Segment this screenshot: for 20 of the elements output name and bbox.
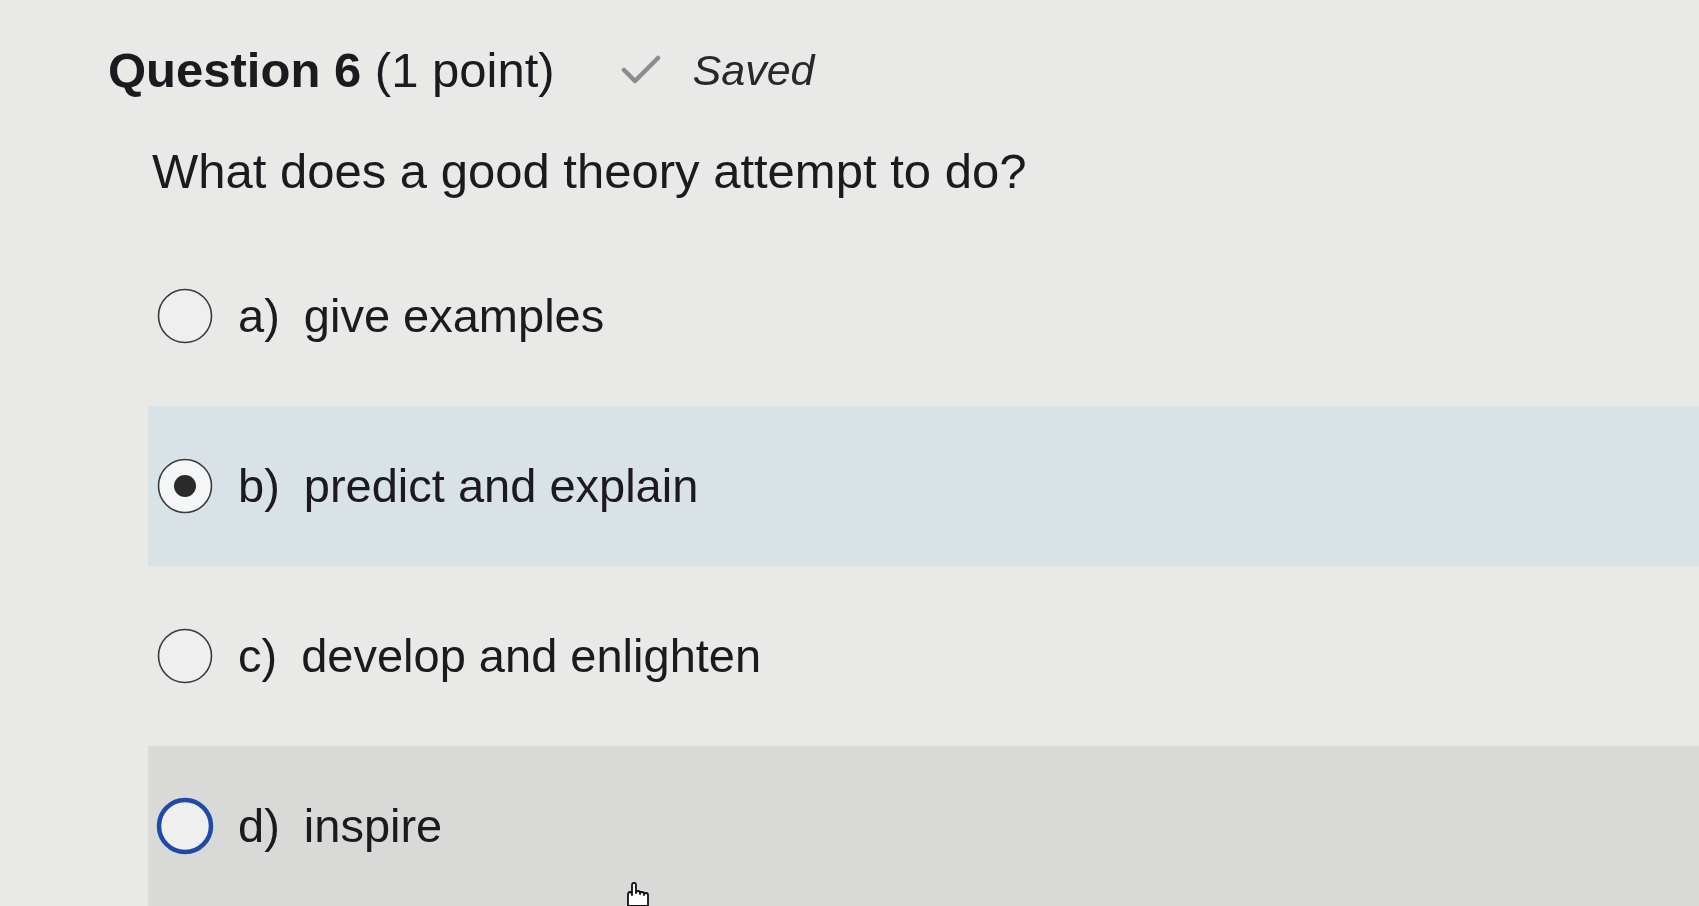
radio-button[interactable] [156, 797, 214, 855]
option-text: develop and enlighten [301, 628, 762, 684]
radio-button[interactable] [156, 627, 214, 685]
save-status: Saved [692, 45, 815, 96]
radio-button[interactable] [156, 287, 214, 345]
option-letter: c) [238, 628, 278, 684]
question-text: What does a good theory attempt to do? [152, 143, 1027, 200]
option-letter: b) [238, 458, 280, 514]
check-icon [620, 55, 661, 85]
option-letter: d) [238, 798, 280, 854]
option-row[interactable]: c) develop and enlighten [148, 576, 1699, 736]
option-row[interactable]: b) predict and explain [148, 406, 1699, 566]
option-text: give examples [303, 288, 605, 344]
option-text: predict and explain [303, 458, 699, 514]
question-title: Question 6 (1 point) [108, 42, 555, 99]
option-text: inspire [303, 798, 443, 854]
option-row[interactable]: a) give examples [148, 236, 1699, 396]
option-letter: a) [238, 288, 280, 344]
radio-button[interactable] [156, 457, 214, 515]
option-row[interactable]: d) inspire [148, 746, 1699, 906]
